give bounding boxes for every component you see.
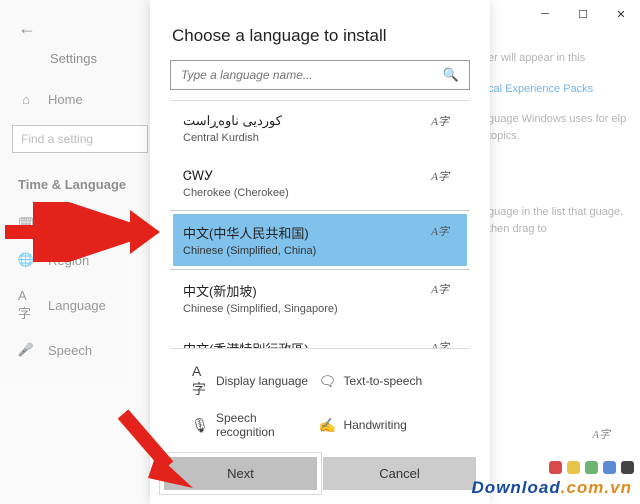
watermark-part1: Download [472, 478, 561, 497]
feature-handwriting: ✍ Handwriting [319, 407, 444, 443]
language-item-chinese-simplified-singapore[interactable]: 中文(新加坡) Chinese (Simplified, Singapore) … [170, 269, 470, 327]
find-setting-input[interactable]: Find a setting [12, 125, 148, 153]
watermark: Download.com.vn [472, 478, 632, 498]
language-search-box[interactable]: 🔍 [170, 60, 470, 90]
lang-native: 中文(香港特別行政區) [183, 339, 372, 348]
nav-home[interactable]: ⌂ Home [0, 82, 160, 117]
home-icon: ⌂ [18, 92, 34, 107]
language-item-kurdish[interactable]: کوردیی ناوەڕاست Central Kurdish A字 [170, 101, 470, 156]
watermark-part2: .com.vn [561, 478, 632, 497]
handwriting-icon: ✍ [319, 417, 335, 434]
nav-label: Language [48, 298, 106, 313]
info-text: er will appear in this [488, 50, 632, 67]
watermark-dots [549, 461, 634, 474]
feature-text-to-speech: 🗨 Text-to-speech [319, 359, 444, 403]
display-icon: A字 [192, 363, 208, 399]
experience-packs-link[interactable]: cal Experience Packs [488, 81, 632, 98]
annotation-arrow-1 [0, 202, 160, 262]
language-badge-icon: A字 [431, 113, 457, 129]
language-item-chinese-traditional-hk[interactable]: 中文(香港特別行政區) Chinese (Traditional, Hong K… [170, 327, 470, 348]
nav-label: Speech [48, 343, 92, 358]
language-list[interactable]: کوردیی ناوەڕاست Central Kurdish A字 ᏣᎳᎩ C… [170, 100, 470, 348]
info-text: guage Windows uses for elp topics. [488, 111, 632, 144]
settings-window: ─ ☐ ✕ ← Settings ⌂ Home Find a setting T… [0, 0, 640, 504]
feature-label: Speech recognition [216, 411, 317, 439]
nav-language[interactable]: A字 Language [0, 278, 160, 332]
lang-native: کوردیی ناوەڕاست [183, 113, 282, 129]
lang-english: Chinese (Simplified, Singapore) [183, 303, 338, 315]
lang-english: Cherokee (Cherokee) [183, 187, 289, 199]
language-item-cherokee[interactable]: ᏣᎳᎩ Cherokee (Cherokee) A字 [170, 156, 470, 211]
feature-label: Handwriting [343, 418, 406, 432]
language-item-chinese-simplified-china[interactable]: 中文(中华人民共和国) Chinese (Simplified, China) … [170, 211, 470, 269]
feature-label: Display language [216, 374, 308, 388]
language-badge-icon: A字 [431, 281, 457, 297]
language-badge-icon: A字 [431, 339, 457, 348]
nav-speech[interactable]: 🎤 Speech [0, 332, 160, 368]
feature-label: Text-to-speech [343, 374, 422, 388]
settings-title: Settings [0, 47, 160, 82]
feature-display-language: A字 Display language [192, 359, 317, 403]
section-label: Time & Language [0, 171, 160, 206]
feature-speech-recognition: 🎙 Speech recognition [192, 407, 317, 443]
lang-english: Central Kurdish [183, 132, 282, 144]
lang-native: 中文(新加坡) [183, 281, 338, 300]
search-icon: 🔍 [443, 67, 459, 83]
annotation-arrow-2 [108, 406, 208, 496]
language-badge-icon: A字 [592, 426, 610, 442]
language-badge-icon: A字 [431, 223, 457, 239]
language-icon: A字 [18, 288, 34, 322]
microphone-icon: 🎤 [18, 342, 34, 358]
language-features: A字 Display language 🗨 Text-to-speech 🎙 S… [170, 348, 470, 451]
lang-english: Chinese (Simplified, China) [183, 245, 316, 257]
cancel-button[interactable]: Cancel [323, 457, 476, 490]
right-pane: er will appear in this cal Experience Pa… [480, 0, 640, 504]
info-text: guage in the list that guage, then drag … [488, 204, 632, 237]
lang-native: 中文(中华人民共和国) [183, 223, 316, 242]
back-button[interactable]: ← [0, 10, 160, 47]
tts-icon: 🗨 [319, 373, 335, 390]
lang-native: ᏣᎳᎩ [183, 168, 289, 184]
dialog-title: Choose a language to install [150, 0, 490, 60]
language-search-input[interactable] [181, 68, 443, 82]
language-badge-icon: A字 [431, 168, 457, 184]
nav-home-label: Home [48, 92, 83, 107]
